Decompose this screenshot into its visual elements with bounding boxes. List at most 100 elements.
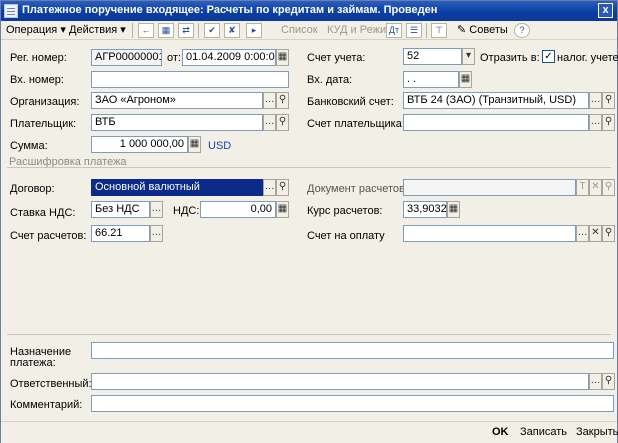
account-label: Счет учета: (307, 52, 366, 64)
toolbar: Операция ▾ Действия ▾ ← ▦ ⇄ ✔ ✘ ▸ Список… (1, 21, 617, 40)
reg-number-field[interactable]: АГР00000001 (91, 49, 162, 66)
settlement-account-label: Счет расчетов: (10, 230, 87, 242)
purpose-label-line2: платежа: (10, 357, 56, 369)
responsible-field[interactable] (91, 373, 589, 390)
clear-icon[interactable]: ✕ (589, 225, 602, 242)
tax-accounting-checkbox[interactable]: ✓ (542, 50, 555, 63)
clear-icon[interactable]: ✕ (589, 179, 602, 196)
search-icon[interactable]: ⚲ (602, 92, 615, 109)
dt-kt-icon[interactable]: Дт (386, 23, 402, 38)
search-icon[interactable]: ⚲ (602, 373, 615, 390)
save-button[interactable]: Записать (520, 426, 567, 438)
exchange-rate-label: Курс расчетов: (307, 205, 383, 217)
bank-account-label: Банковский счет: (307, 96, 394, 108)
structure-icon[interactable]: ▦ (158, 23, 174, 38)
kud-mode-button[interactable]: КУД и Режим (327, 23, 394, 38)
filter-icon[interactable]: ⊤ (431, 23, 447, 38)
select-ellipsis-icon[interactable]: … (150, 225, 163, 242)
select-ellipsis-icon[interactable]: … (589, 92, 602, 109)
help-icon[interactable]: ? (514, 23, 530, 38)
select-ellipsis-icon[interactable]: … (263, 179, 276, 196)
calendar-icon[interactable]: ▦ (459, 71, 472, 88)
search-icon[interactable]: ⚲ (602, 179, 615, 196)
calculator-icon[interactable]: ▦ (188, 136, 201, 153)
payer-account-label: Счет плательщика: (307, 118, 405, 130)
select-ellipsis-icon[interactable]: … (576, 225, 589, 242)
actions-menu[interactable]: Действия ▾ (69, 23, 126, 38)
search-icon[interactable]: ⚲ (602, 225, 615, 242)
bank-account-field[interactable]: ВТБ 24 (ЗАО) (Транзитный, USD) (403, 92, 589, 109)
close-window-button[interactable]: x (598, 3, 613, 18)
toolbar-separator (198, 23, 199, 38)
operation-menu[interactable]: Операция ▾ (6, 23, 66, 38)
payer-field[interactable]: ВТБ (91, 114, 263, 131)
contract-field[interactable]: Основной валютный (91, 179, 263, 196)
reg-number-label: Рег. номер: (10, 52, 67, 64)
refresh-icon[interactable]: ⇄ (178, 23, 194, 38)
settlement-doc-field[interactable] (403, 179, 576, 196)
calculator-icon[interactable]: ▦ (276, 201, 289, 218)
list-button[interactable]: Список (281, 23, 318, 38)
currency-label: USD (208, 140, 232, 152)
title-bar: Платежное поручение входящее: Расчеты по… (1, 1, 617, 21)
comment-field[interactable] (91, 395, 614, 412)
section-divider (7, 167, 611, 168)
close-button[interactable]: Закрыть (576, 426, 618, 438)
payer-label: Плательщик: (10, 118, 77, 130)
settlement-account-field[interactable]: 66.21 (91, 225, 150, 242)
print-icon[interactable]: ☰ (406, 23, 422, 38)
vat-rate-field[interactable]: Без НДС (91, 201, 150, 218)
date-field[interactable]: 01.04.2009 0:00:00 (182, 49, 276, 66)
search-icon[interactable]: ⚲ (276, 179, 289, 196)
vat-rate-label: Ставка НДС: (10, 207, 76, 219)
select-ellipsis-icon[interactable]: … (589, 114, 602, 131)
go-to-icon[interactable]: ▸ (246, 23, 262, 38)
sum-label: Сумма: (10, 140, 48, 152)
window-title: Платежное поручение входящее: Расчеты по… (22, 4, 438, 16)
payment-order-window: Платежное поручение входящее: Расчеты по… (0, 0, 618, 443)
reflect-label: Отразить в: (480, 52, 540, 64)
select-ellipsis-icon[interactable]: … (150, 201, 163, 218)
date-from-label: от: (167, 52, 181, 64)
footer-bar: OK Записать Закрыть (1, 421, 618, 443)
in-date-field[interactable]: . . (403, 71, 459, 88)
in-number-label: Вх. номер: (10, 74, 64, 86)
tax-accounting-label: налог. учете (557, 52, 618, 64)
back-arrow-icon[interactable]: ← (138, 23, 154, 38)
search-icon[interactable]: ⚲ (276, 114, 289, 131)
invoice-label: Счет на оплату (307, 230, 385, 242)
search-icon[interactable]: ⚲ (602, 114, 615, 131)
bottom-divider (7, 334, 611, 335)
toolbar-separator (426, 23, 427, 38)
exchange-rate-field[interactable]: 33,9032 (403, 201, 447, 218)
vat-field[interactable]: 0,00 (200, 201, 276, 218)
select-ellipsis-icon[interactable]: … (263, 92, 276, 109)
account-field[interactable]: 52 (403, 48, 462, 65)
search-icon[interactable]: ⚲ (276, 92, 289, 109)
in-number-field[interactable] (91, 71, 289, 88)
purpose-field[interactable] (91, 342, 614, 359)
toolbar-separator (132, 23, 133, 38)
text-type-icon[interactable]: T (576, 179, 589, 196)
unpost-document-icon[interactable]: ✘ (224, 23, 240, 38)
select-ellipsis-icon[interactable]: … (263, 114, 276, 131)
chevron-down-icon[interactable]: ▾ (462, 48, 475, 65)
ok-button[interactable]: OK (492, 426, 509, 438)
settlement-doc-label: Документ расчетов: (307, 183, 408, 195)
advice-button[interactable]: ✎ Советы (457, 23, 508, 38)
comment-label: Комментарий: (10, 399, 83, 411)
organization-field[interactable]: ЗАО «Агроном» (91, 92, 263, 109)
vat-label: НДС: (173, 205, 200, 217)
invoice-field[interactable] (403, 225, 576, 242)
sum-field[interactable]: 1 000 000,00 (91, 136, 188, 153)
contract-label: Договор: (10, 183, 55, 195)
select-ellipsis-icon[interactable]: … (589, 373, 602, 390)
in-date-label: Вх. дата: (307, 74, 353, 86)
calendar-icon[interactable]: ▦ (276, 49, 289, 66)
organization-label: Организация: (10, 96, 80, 108)
payer-account-field[interactable] (403, 114, 589, 131)
post-document-icon[interactable]: ✔ (204, 23, 220, 38)
responsible-label: Ответственный: (10, 378, 92, 390)
calculator-icon[interactable]: ▦ (447, 201, 460, 218)
document-icon (4, 4, 18, 18)
